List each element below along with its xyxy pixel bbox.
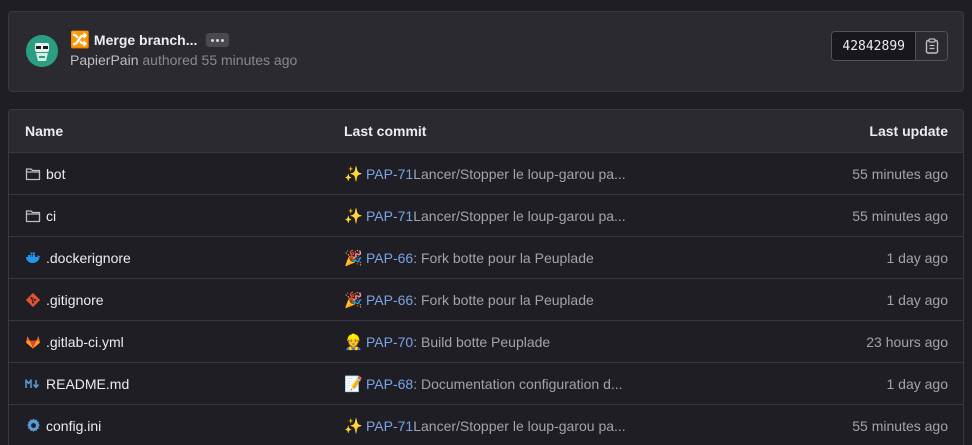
last-commit-cell: 🎉 PAP-66 : Fork botte pour la Peuplade	[344, 249, 594, 267]
commit-title-link[interactable]: Merge branch...	[94, 32, 197, 48]
expand-commit-button[interactable]	[206, 33, 230, 47]
last-update-date: 1 day ago	[886, 291, 949, 308]
header-last-update: Last update	[869, 123, 948, 139]
last-update-date: 55 minutes ago	[852, 417, 948, 434]
commit-message-link[interactable]: : Fork botte pour la Peuplade	[413, 292, 594, 308]
commit-message-link[interactable]: : Build botte Peuplade	[413, 334, 550, 350]
file-name-link[interactable]: .dockerignore	[25, 250, 131, 266]
commit-info-box: 🔀 Merge branch... PapierPain authored 55…	[8, 11, 964, 92]
header-last-commit: Last commit	[344, 123, 427, 139]
commit-message-link[interactable]: Lancer/Stopper le loup-garou pa...	[413, 418, 625, 434]
clipboard-icon	[925, 38, 938, 54]
commit-emoji-icon: 🎉	[344, 249, 363, 267]
commit-message-link[interactable]: : Fork botte pour la Peuplade	[413, 250, 594, 266]
commit-emoji-icon: 📝	[344, 375, 363, 393]
file-name-link[interactable]: README.md	[25, 376, 129, 392]
commit-emoji-icon: 👷	[344, 333, 363, 351]
commit-author-link[interactable]: PapierPain	[70, 52, 139, 68]
commit-message-link[interactable]: Lancer/Stopper le loup-garou pa...	[413, 208, 625, 224]
file-name: ci	[46, 207, 57, 224]
last-update-date: 23 hours ago	[866, 333, 948, 350]
file-name: .dockerignore	[46, 249, 131, 266]
commit-meta: PapierPain authored 55 minutes ago	[70, 52, 297, 68]
shuffle-emoji-icon: 🔀	[70, 32, 90, 49]
file-name: .gitignore	[46, 291, 104, 308]
issue-link[interactable]: PAP-71	[366, 208, 413, 224]
file-name-link[interactable]: .gitlab-ci.yml	[25, 334, 124, 350]
markdown-icon	[25, 376, 41, 392]
last-commit-cell: ✨ PAP-71 Lancer/Stopper le loup-garou pa.…	[344, 207, 626, 225]
file-name: config.ini	[46, 417, 102, 434]
issue-link[interactable]: PAP-66	[366, 250, 413, 266]
table-row: .gitignore 🎉 PAP-66 : Fork botte pour la P…	[9, 279, 963, 321]
last-commit-cell: 🎉 PAP-66 : Fork botte pour la Peuplade	[344, 291, 594, 309]
last-commit-cell: 👷 PAP-70 : Build botte Peuplade	[344, 333, 550, 351]
gitlab-icon	[25, 334, 41, 350]
file-name-link[interactable]: bot	[25, 166, 65, 182]
table-row: README.md 📝 PAP-68 : Documentation configu…	[9, 363, 963, 405]
last-update-date: 55 minutes ago	[852, 165, 948, 182]
file-name-link[interactable]: config.ini	[25, 418, 101, 434]
table-row: config.ini ✨ PAP-71 Lancer/Stopper le loup…	[9, 405, 963, 445]
commit-sha[interactable]: 42842899	[832, 32, 916, 60]
table-row: bot ✨ PAP-71 Lancer/Stopper le loup-garou …	[9, 153, 963, 195]
commit-emoji-icon: 🎉	[344, 291, 363, 309]
commit-message-link[interactable]: Lancer/Stopper le loup-garou pa...	[413, 166, 625, 182]
file-name: README.md	[46, 375, 130, 392]
file-name: bot	[46, 165, 66, 182]
last-commit-cell: 📝 PAP-68 : Documentation configuration d.…	[344, 375, 623, 393]
commit-emoji-icon: ✨	[344, 165, 363, 183]
avatar[interactable]	[26, 35, 58, 67]
last-update-date: 1 day ago	[886, 249, 949, 266]
file-name-link[interactable]: ci	[25, 208, 56, 224]
file-name: .gitlab-ci.yml	[46, 333, 124, 350]
commit-emoji-icon: ✨	[344, 207, 363, 225]
git-icon	[25, 292, 41, 308]
authored-time: authored 55 minutes ago	[142, 52, 298, 68]
last-commit-cell: ✨ PAP-71 Lancer/Stopper le loup-garou pa.…	[344, 417, 626, 435]
table-row: .dockerignore 🎉 PAP-66 : Fork botte pour l…	[9, 237, 963, 279]
folder-icon	[25, 166, 41, 182]
commit-emoji-icon: ✨	[344, 417, 363, 435]
commit-title-row: 🔀 Merge branch...	[70, 30, 230, 50]
issue-link[interactable]: PAP-68	[366, 376, 413, 392]
issue-link[interactable]: PAP-71	[366, 418, 413, 434]
table-row: .gitlab-ci.yml 👷 PAP-70 : Build botte Peup…	[9, 321, 963, 363]
file-name-link[interactable]: .gitignore	[25, 292, 104, 308]
folder-icon	[25, 208, 41, 224]
gear-icon	[25, 418, 41, 434]
commit-sha-group: 42842899	[831, 31, 948, 61]
last-commit-cell: ✨ PAP-71 Lancer/Stopper le loup-garou pa.…	[344, 165, 626, 183]
last-update-date: 55 minutes ago	[852, 207, 948, 224]
commit-message-link[interactable]: : Documentation configuration d...	[413, 376, 622, 392]
last-update-date: 1 day ago	[886, 375, 949, 392]
table-body: bot ✨ PAP-71 Lancer/Stopper le loup-garou …	[9, 153, 963, 445]
issue-link[interactable]: PAP-70	[366, 334, 413, 350]
issue-link[interactable]: PAP-71	[366, 166, 413, 182]
copy-sha-button[interactable]	[916, 32, 947, 60]
docker-icon	[25, 250, 41, 266]
table-header: Name Last commit Last update	[9, 110, 963, 153]
header-name: Name	[25, 123, 64, 139]
file-table: Name Last commit Last update bot ✨ PAP-71 …	[8, 109, 964, 445]
table-row: ci ✨ PAP-71 Lancer/Stopper le loup-garou p…	[9, 195, 963, 237]
issue-link[interactable]: PAP-66	[366, 292, 413, 308]
